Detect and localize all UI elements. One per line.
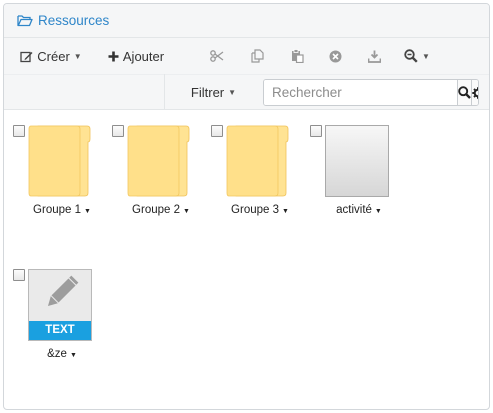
zoom-button[interactable]: ▼ [399, 39, 435, 73]
download-icon [367, 50, 381, 63]
item-label[interactable]: activité ▼ [307, 204, 411, 216]
item-label[interactable]: Groupe 1 ▼ [10, 204, 114, 216]
copy-icon [250, 49, 264, 63]
search-input[interactable] [264, 80, 457, 105]
gear-icon [472, 86, 478, 99]
item-checkbox[interactable] [13, 269, 25, 281]
item-label[interactable]: &ze ▼ [10, 348, 114, 360]
cut-button[interactable] [204, 39, 230, 73]
item-checkbox[interactable] [13, 125, 25, 137]
plus-icon [108, 51, 119, 61]
zoom-icon [404, 49, 418, 63]
create-label: Créer [37, 48, 70, 64]
paste-icon [291, 49, 304, 63]
search-group [263, 79, 479, 106]
panel-title[interactable]: Ressources [17, 13, 109, 28]
caret-down-icon: ▼ [228, 87, 237, 97]
folder-open-icon [17, 15, 33, 27]
toolbar-separator [164, 74, 165, 109]
filter-button[interactable]: Filtrer ▼ [176, 75, 251, 109]
toolbar: Créer ▼ Ajouter ▼ Filtrer ▼ Rechercher [4, 38, 489, 110]
folder-icon[interactable] [28, 125, 92, 197]
copy-button[interactable] [244, 39, 270, 73]
create-button[interactable]: Créer ▼ [14, 39, 88, 73]
search-icon [458, 86, 471, 99]
document-icon[interactable] [325, 125, 389, 197]
pencil-icon [47, 275, 79, 307]
item-checkbox[interactable] [310, 125, 322, 137]
item-checkbox[interactable] [211, 125, 223, 137]
folder-icon[interactable] [127, 125, 191, 197]
search-button[interactable] [457, 80, 471, 105]
panel-title-text: Ressources [38, 13, 110, 28]
settings-button[interactable] [471, 80, 478, 105]
download-button[interactable] [361, 39, 387, 73]
caret-down-icon: ▼ [422, 51, 430, 61]
folder-icon[interactable] [226, 125, 290, 197]
panel-heading: Ressources [4, 4, 489, 38]
item-label[interactable]: Groupe 3 ▼ [208, 204, 312, 216]
add-button[interactable]: Ajouter [103, 39, 169, 73]
cut-icon [210, 50, 224, 62]
text-badge: TEXT [29, 321, 91, 340]
item-checkbox[interactable] [112, 125, 124, 137]
text-file-thumbnail[interactable]: TEXT [28, 269, 92, 341]
paste-button[interactable] [284, 39, 310, 73]
edit-icon [20, 51, 33, 62]
filter-label: Filtrer [190, 84, 225, 100]
caret-down-icon: ▼ [73, 51, 82, 61]
resources-panel: Ressources Créer ▼ Ajouter ▼ Filtrer ▼ R… [3, 3, 490, 410]
delete-button[interactable] [322, 39, 348, 73]
delete-icon [329, 50, 341, 62]
add-label: Ajouter [122, 48, 165, 64]
item-label[interactable]: Groupe 2 ▼ [109, 204, 213, 216]
